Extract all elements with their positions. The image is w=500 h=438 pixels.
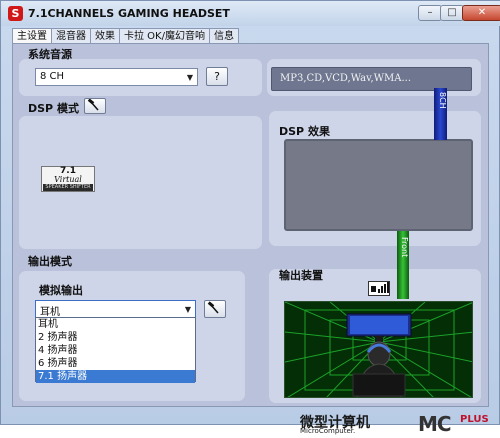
front-indicator-text: Front <box>400 237 409 258</box>
front-indicator-bar: Front <box>397 231 409 299</box>
title-bar[interactable]: S 7.1CHANNELS GAMING HEADSET – □ ✕ <box>1 1 500 26</box>
output-device-scene <box>284 301 473 398</box>
help-button[interactable]: ? <box>206 67 228 86</box>
app-logo-icon: S <box>8 6 23 21</box>
8ch-indicator-text: 8CH <box>438 92 447 109</box>
formats-text: MP3,CD,VCD,Wav,WMA... <box>280 73 412 84</box>
dsp-effect-label: DSP 效果 <box>279 125 330 138</box>
analog-output-dropdown-list[interactable]: 耳机 2 扬声器 4 扬声器 6 扬声器 7.1 扬声器 <box>35 317 196 383</box>
hammer-icon <box>207 301 219 314</box>
logo-line-2: Virtual <box>54 175 82 184</box>
window-title: 7.1CHANNELS GAMING HEADSET <box>28 7 230 20</box>
dropdown-option-4-speakers[interactable]: 4 扬声器 <box>36 344 195 357</box>
analog-output-value: 耳机 <box>40 307 60 318</box>
dropdown-option-2-speakers[interactable]: 2 扬声器 <box>36 331 195 344</box>
dsp-mode-settings-button[interactable] <box>84 98 106 114</box>
tab-mixer[interactable]: 混音器 <box>51 28 91 44</box>
dsp-effect-display <box>284 139 473 231</box>
dropdown-option-headphones[interactable]: 耳机 <box>36 318 195 331</box>
system-source-select[interactable]: 8 CH ▼ <box>35 68 198 86</box>
watermark-subtitle: MicroComputer. <box>300 427 356 435</box>
chevron-down-icon: ▼ <box>186 73 193 82</box>
dropdown-option-6-speakers[interactable]: 6 扬声器 <box>36 357 195 370</box>
tab-info[interactable]: 信息 <box>208 28 239 44</box>
output-mode-label: 输出模式 <box>28 255 72 268</box>
app-window: S 7.1CHANNELS GAMING HEADSET – □ ✕ 主设置 混… <box>0 0 500 425</box>
tab-bar: 主设置 混音器 效果 卡拉 OK/魔幻音响 信息 <box>12 28 239 45</box>
watermark-brand: MC <box>418 412 452 436</box>
system-source-value: 8 CH <box>40 71 65 82</box>
analog-output-select[interactable]: 耳机 ▼ <box>35 300 196 318</box>
watermark-plus: PLUS <box>460 414 489 425</box>
virtual-speaker-shifter-logo: 7.1 Virtual SPEAKER SHIFTER <box>41 166 95 192</box>
close-button[interactable]: ✕ <box>462 5 500 21</box>
output-settings-button[interactable] <box>204 300 226 318</box>
hammer-icon <box>87 98 99 111</box>
logo-line-3: SPEAKER SHIFTER <box>43 184 93 191</box>
maximize-button[interactable]: □ <box>440 5 464 21</box>
analog-output-label: 模拟输出 <box>39 284 83 297</box>
gamer-scene-illustration <box>285 302 472 397</box>
tab-effects[interactable]: 效果 <box>90 28 120 44</box>
minimize-button[interactable]: – <box>418 5 442 21</box>
tab-karaoke[interactable]: 卡拉 OK/魔幻音响 <box>119 28 210 44</box>
output-device-label: 输出装置 <box>279 269 323 282</box>
8ch-indicator-bar: 8CH <box>434 88 447 140</box>
dropdown-option-7-1-speakers[interactable]: 7.1 扬声器 <box>36 370 195 383</box>
speaker-level-icon[interactable] <box>368 281 390 296</box>
dsp-mode-label: DSP 模式 <box>28 102 79 115</box>
magazine-watermark: 微型计算机 MicroComputer. MC PLUS <box>300 412 498 436</box>
chevron-down-icon: ▼ <box>184 305 191 314</box>
system-source-label: 系统音源 <box>28 48 72 61</box>
